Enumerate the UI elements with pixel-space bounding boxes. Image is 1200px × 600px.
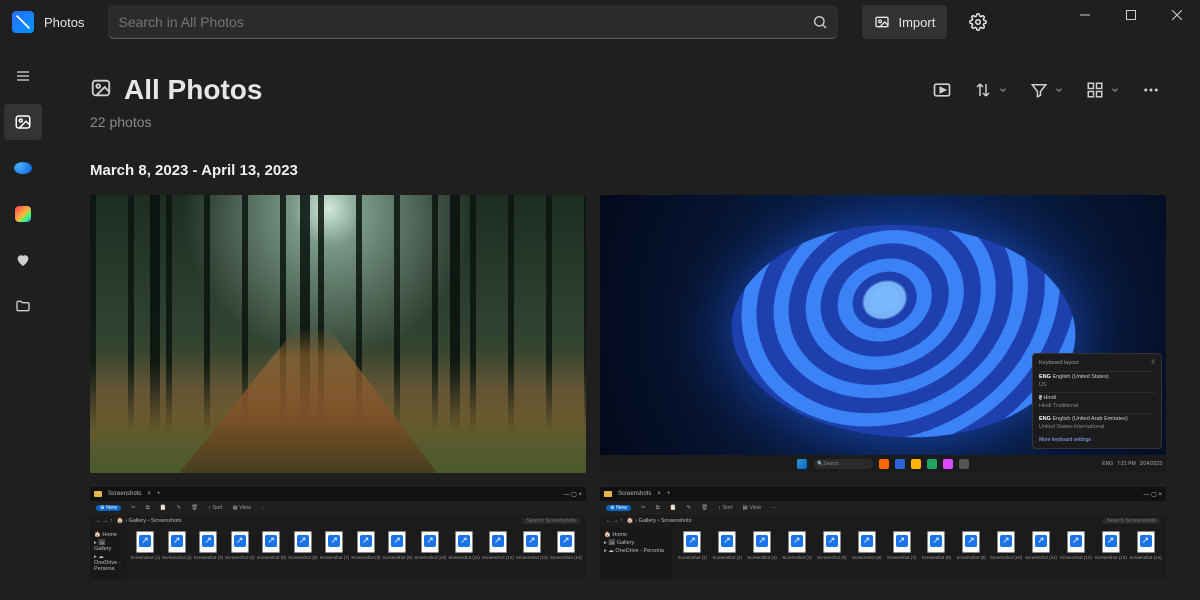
file-item: Screenshot (8) [920, 531, 953, 579]
gear-icon [969, 13, 987, 31]
file-item: Screenshot (9) [383, 531, 413, 579]
window-controls [1062, 0, 1200, 30]
file-item: Screenshot (14) [550, 531, 582, 579]
file-item: Screenshot (6) [850, 531, 883, 579]
file-item: Screenshot (11) [1025, 531, 1058, 579]
keyboard-layout-flyout: Keyboard layout⠿ ENG English (United Sta… [1032, 353, 1162, 449]
photo-tile[interactable]: Keyboard layout⠿ ENG English (United Sta… [600, 195, 1166, 473]
import-label: Import [898, 15, 935, 30]
window-maximize-button[interactable] [1108, 0, 1154, 30]
ellipsis-icon [1142, 81, 1160, 99]
file-item: Screenshot (10) [990, 531, 1023, 579]
file-item: Screenshot (1) [131, 531, 161, 579]
file-item: Screenshot (8) [351, 531, 381, 579]
explorer-sidebar: 🏠 Home ▸ 🖼 Gallery ▸ ☁ OneDrive - Person… [600, 527, 672, 579]
search-field[interactable] [108, 5, 838, 39]
photo-tile[interactable]: Screenshots×+— ▢ × ⊕ New✂⧉📋✎🗑↕ Sort▦ Vie… [600, 487, 1166, 579]
app-icon [12, 11, 34, 33]
sidebar-item-menu[interactable] [4, 58, 42, 94]
play-rect-icon [932, 80, 952, 100]
sidebar-item-favorites[interactable] [4, 242, 42, 278]
chevron-down-icon [1054, 85, 1064, 95]
settings-button[interactable] [961, 5, 995, 39]
file-item: Screenshot (14) [1129, 531, 1162, 579]
file-item: Screenshot (3) [194, 531, 224, 579]
file-item: Screenshot (6) [288, 531, 318, 579]
taskbar: 🔍 Search ENG7:21 PM3/24/2023 [600, 455, 1166, 473]
file-item: Screenshot (7) [320, 531, 350, 579]
sort-icon [974, 81, 992, 99]
page-header: All Photos [90, 74, 1160, 106]
photo-tile[interactable] [90, 195, 586, 473]
file-item: Screenshot (9) [955, 531, 988, 579]
file-item: Screenshot (2) [162, 531, 192, 579]
file-item: Screenshot (11) [448, 531, 480, 579]
grid-icon [1086, 81, 1104, 99]
sidebar [0, 44, 46, 600]
kb-header: Keyboard layout [1039, 360, 1079, 368]
file-item: Screenshot (2) [711, 531, 744, 579]
filter-button[interactable] [1030, 81, 1064, 99]
sidebar-item-folders[interactable] [4, 288, 42, 324]
file-item: Screenshot (7) [885, 531, 918, 579]
file-item: Screenshot (4) [225, 531, 255, 579]
file-item: Screenshot (13) [516, 531, 548, 579]
chevron-down-icon [1110, 85, 1120, 95]
file-item: Screenshot (1) [676, 531, 709, 579]
file-item: Screenshot (12) [1059, 531, 1092, 579]
taskbar-search: 🔍 Search [813, 459, 873, 469]
hamburger-icon [15, 68, 31, 84]
heart-icon [15, 252, 31, 268]
slideshow-button[interactable] [932, 80, 952, 100]
window-close-button[interactable] [1154, 0, 1200, 30]
photo-count: 22 photos [90, 114, 1160, 130]
file-item: Screenshot (4) [781, 531, 814, 579]
main-content: All Photos 22 photos March 8, 2023 - Ap [46, 44, 1200, 600]
toolbar [932, 80, 1160, 100]
app-name: Photos [44, 15, 84, 30]
import-icon [874, 14, 890, 30]
sidebar-item-icloud[interactable] [4, 196, 42, 232]
page-title: All Photos [124, 74, 262, 106]
sidebar-item-all-photos[interactable] [4, 104, 42, 140]
file-item: Screenshot (3) [746, 531, 779, 579]
sidebar-item-onedrive[interactable] [4, 150, 42, 186]
more-button[interactable] [1142, 81, 1160, 99]
gallery-icon [90, 77, 112, 104]
search-input[interactable] [118, 14, 812, 30]
chevron-down-icon [998, 85, 1008, 95]
title-bar: Photos Import [0, 0, 1200, 44]
photo-tile[interactable]: Screenshots×+— ▢ × ⊕ New✂⧉📋✎🗑↕ Sort▦ Vie… [90, 487, 586, 579]
file-item: Screenshot (5) [815, 531, 848, 579]
layout-button[interactable] [1086, 81, 1120, 99]
explorer-files-right: Screenshot (1)Screenshot (2)Screenshot (… [672, 527, 1166, 579]
file-item: Screenshot (13) [1094, 531, 1127, 579]
window-minimize-button[interactable] [1062, 0, 1108, 30]
folder-icon [15, 298, 31, 314]
date-range: March 8, 2023 - April 13, 2023 [90, 162, 1160, 179]
kb-footer: More keyboard settings [1039, 437, 1155, 444]
gallery-icon [14, 113, 32, 131]
onedrive-icon [14, 162, 32, 174]
search-icon[interactable] [812, 14, 828, 30]
explorer-sidebar: 🏠 Home ▸ 🖼 Gallery ▸ ☁ OneDrive - Person… [90, 527, 127, 579]
import-button[interactable]: Import [862, 5, 947, 39]
file-item: Screenshot (10) [414, 531, 446, 579]
icloud-icon [15, 206, 31, 222]
file-item: Screenshot (12) [482, 531, 514, 579]
pin-icon: ⠿ [1151, 360, 1155, 368]
photo-grid: Keyboard layout⠿ ENG English (United Sta… [90, 195, 1160, 579]
funnel-icon [1030, 81, 1048, 99]
explorer-files-left: Screenshot (1)Screenshot (2)Screenshot (… [127, 527, 586, 579]
file-item: Screenshot (5) [257, 531, 287, 579]
sort-button[interactable] [974, 81, 1008, 99]
